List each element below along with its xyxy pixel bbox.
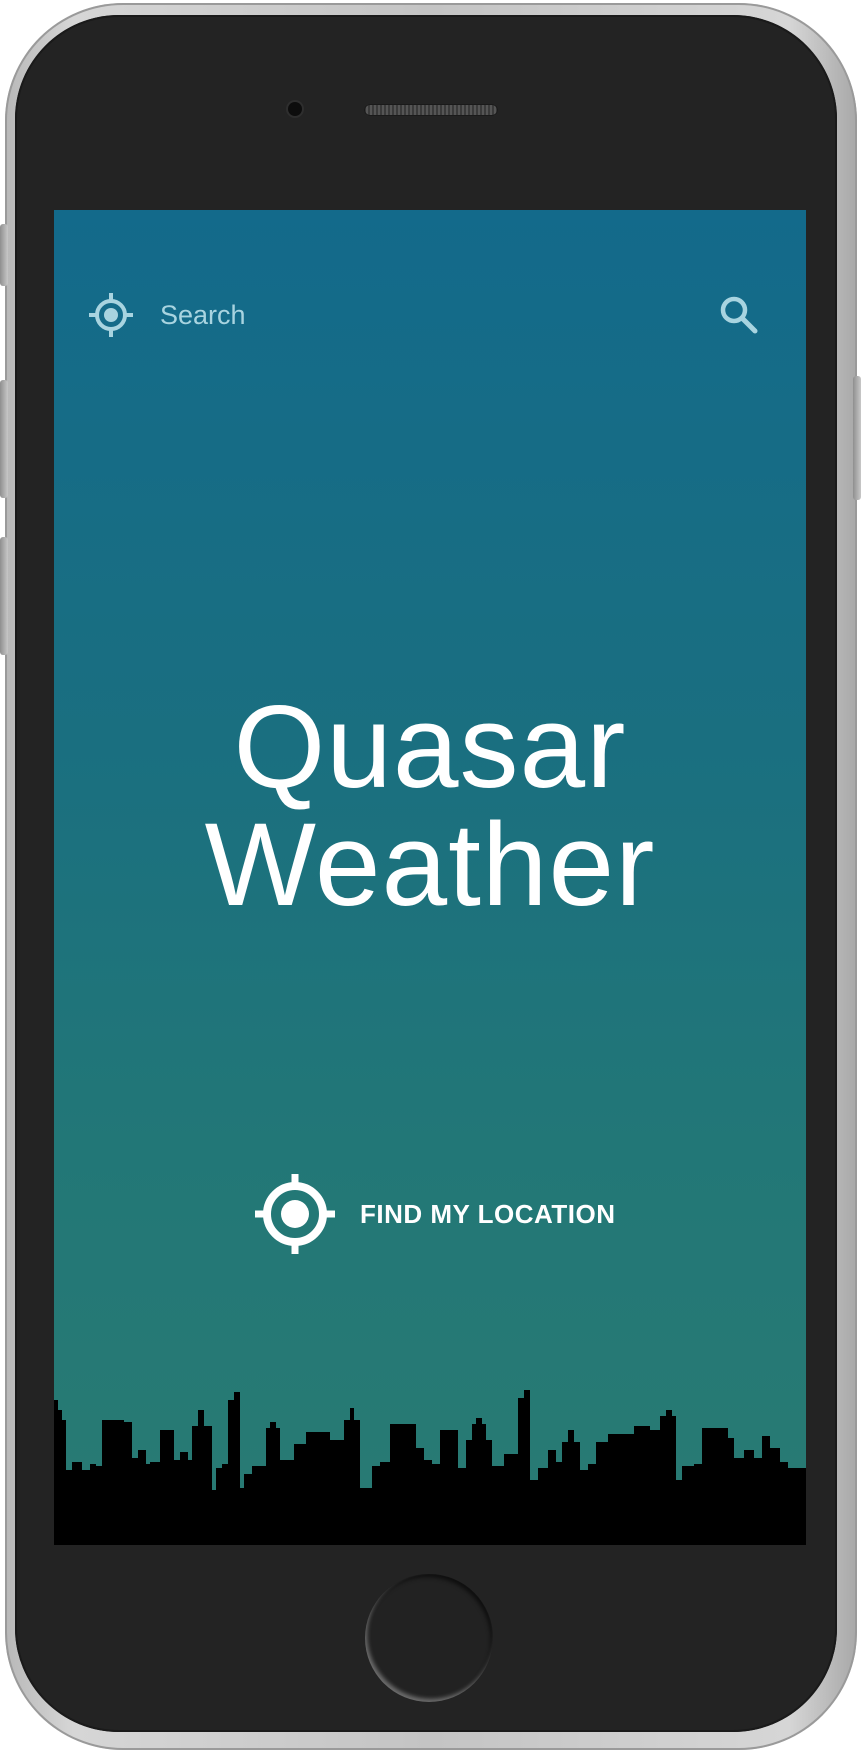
app-screen: Search Quasar Weather FIND MY LOCATION	[54, 210, 806, 1545]
volume-down-button	[0, 537, 8, 655]
city-skyline-silhouette	[54, 1390, 806, 1545]
volume-up-button	[0, 380, 8, 498]
home-button	[365, 1574, 493, 1702]
find-my-location-button[interactable]: FIND MY LOCATION	[254, 1172, 615, 1256]
power-button	[853, 376, 861, 500]
app-title: Quasar Weather	[54, 688, 806, 924]
front-camera	[288, 102, 302, 116]
search-input[interactable]: Search	[160, 298, 246, 332]
location-crosshair-icon[interactable]	[88, 292, 134, 338]
mute-switch	[0, 224, 8, 286]
app-title-line2: Weather	[204, 799, 656, 931]
app-title-line1: Quasar	[233, 681, 627, 813]
search-icon[interactable]	[718, 294, 760, 336]
location-crosshair-icon	[255, 1174, 335, 1254]
speaker-grille	[364, 104, 498, 116]
top-bar: Search	[54, 210, 806, 420]
find-my-location-label: FIND MY LOCATION	[360, 1198, 616, 1229]
